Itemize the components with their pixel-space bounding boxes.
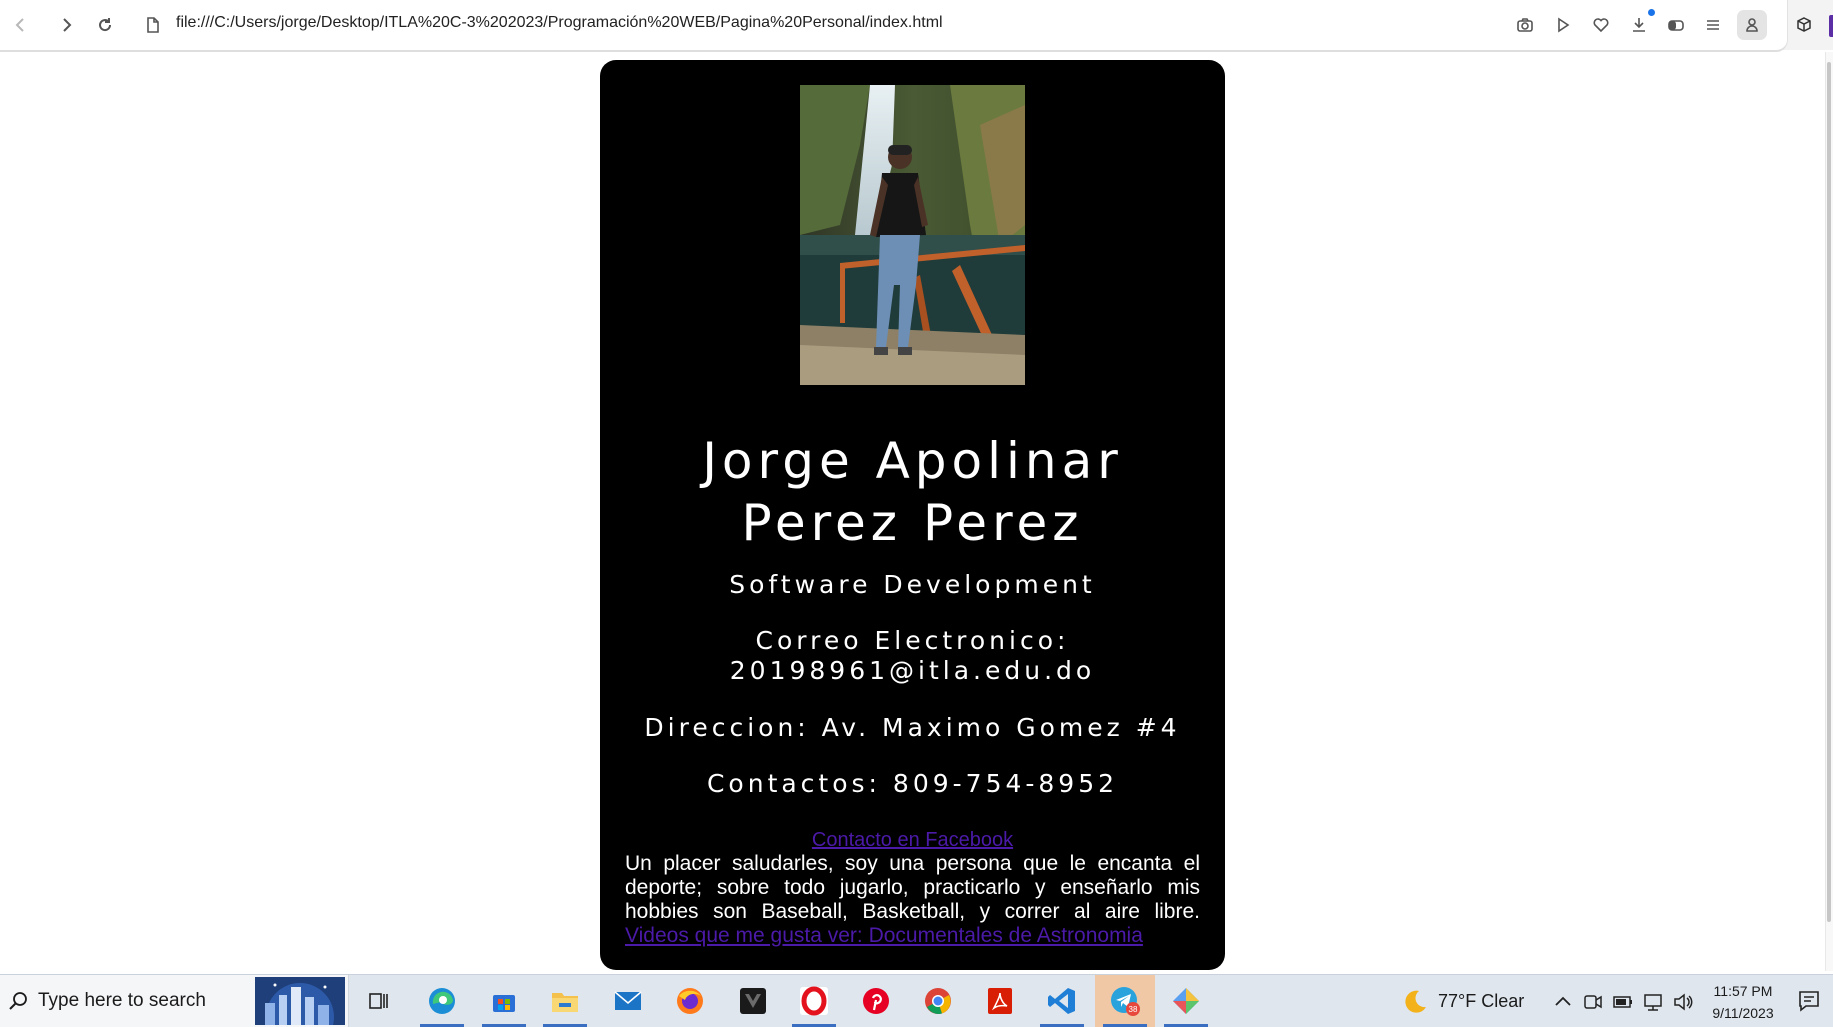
web-page: Jorge Apolinar Perez Perez Software Deve…	[0, 52, 1833, 971]
email-value: 20198961@itla.edu.do	[729, 656, 1096, 685]
file-icon	[140, 12, 166, 38]
notification-icon[interactable]	[1797, 989, 1821, 1013]
facebook-link[interactable]: Contacto en Facebook	[600, 829, 1225, 852]
firefox-icon[interactable]	[672, 983, 708, 1019]
bio-paragraph: Un placer saludarles, soy una persona qu…	[625, 852, 1200, 948]
menu-icon[interactable]	[1700, 12, 1726, 38]
name-line-1: Jorge Apolinar	[702, 432, 1123, 490]
page-title: Jorge Apolinar Perez Perez	[600, 430, 1225, 554]
profile-photo	[800, 85, 1025, 385]
chevron-up-icon[interactable]	[1552, 991, 1574, 1013]
profile-icon[interactable]	[1737, 10, 1767, 40]
videos-link[interactable]: Videos que me gusta ver: Documentales de…	[625, 924, 1200, 948]
search-placeholder[interactable]: Type here to search	[38, 990, 206, 1012]
name-line-2: Perez Perez	[741, 494, 1084, 552]
sidebar-toggle-icon[interactable]	[1663, 12, 1689, 38]
sidebar-edge	[1829, 15, 1833, 37]
pinterest-icon[interactable]	[858, 983, 894, 1019]
meet-now-icon[interactable]	[1582, 991, 1604, 1013]
bio-line-3: hobbies son Baseball, Basketball, y corr…	[625, 900, 1200, 923]
weather-text[interactable]: 77°F Clear	[1438, 991, 1524, 1012]
battery-icon[interactable]	[1612, 991, 1634, 1013]
address-text: Direccion: Av. Maximo Gomez #4	[644, 713, 1181, 742]
moon-weather-icon[interactable]	[1400, 987, 1430, 1017]
game-app-icon[interactable]	[735, 983, 771, 1019]
search-highlight-art-icon	[255, 977, 345, 1025]
colorful-app-icon[interactable]	[1168, 983, 1204, 1019]
network-icon[interactable]	[1642, 991, 1664, 1013]
contact-text: Contactos: 809-754-8952	[706, 769, 1119, 798]
url-text[interactable]: file:///C:/Users/jorge/Desktop/ITLA%20C-…	[176, 14, 943, 32]
forward-icon[interactable]	[53, 12, 79, 38]
task-view-icon[interactable]	[361, 983, 397, 1019]
search-icon	[9, 992, 27, 1010]
bio-line-1: Un placer saludarles, soy una persona qu…	[625, 852, 1200, 875]
taskbar-search-box[interactable]: Type here to search	[0, 975, 349, 1027]
profile-card: Jorge Apolinar Perez Perez Software Deve…	[600, 60, 1225, 970]
scrollbar-thumb[interactable]	[1827, 62, 1831, 922]
windows-taskbar: Type here to search 38 77°F Clear 11:57 …	[0, 974, 1833, 1027]
file-explorer-icon[interactable]	[547, 983, 583, 1019]
telegram-badge: 38	[1129, 1005, 1138, 1014]
opera-icon[interactable]	[796, 983, 832, 1019]
heart-icon[interactable]	[1588, 12, 1614, 38]
volume-icon[interactable]	[1672, 991, 1694, 1013]
download-indicator-dot	[1648, 9, 1655, 16]
play-icon[interactable]	[1550, 12, 1576, 38]
browser-toolbar: file:///C:/Users/jorge/Desktop/ITLA%20C-…	[0, 0, 1833, 52]
extension-cube-icon[interactable]	[1791, 12, 1817, 38]
bio-line-2: deporte; sobre todo jugarlo, practicarlo…	[625, 876, 1200, 899]
clock-date: 9/11/2023	[1712, 1005, 1774, 1021]
role-text: Software Development	[729, 570, 1096, 599]
taskbar-clock[interactable]: 11:57 PM 9/11/2023	[1693, 980, 1793, 1024]
telegram-icon[interactable]: 38	[1107, 983, 1143, 1019]
chrome-icon[interactable]	[920, 983, 956, 1019]
mail-icon[interactable]	[610, 983, 646, 1019]
email-block: Correo Electronico: 20198961@itla.edu.do	[600, 626, 1225, 686]
email-label: Correo Electronico:	[755, 626, 1070, 655]
microsoft-store-icon[interactable]	[486, 983, 522, 1019]
camera-icon[interactable]	[1512, 12, 1538, 38]
back-icon[interactable]	[8, 12, 34, 38]
clock-time: 11:57 PM	[1713, 983, 1773, 999]
edge-icon[interactable]	[424, 983, 460, 1019]
download-icon[interactable]	[1626, 12, 1652, 38]
vscode-icon[interactable]	[1044, 983, 1080, 1019]
acrobat-icon[interactable]	[982, 983, 1018, 1019]
reload-icon[interactable]	[92, 12, 118, 38]
